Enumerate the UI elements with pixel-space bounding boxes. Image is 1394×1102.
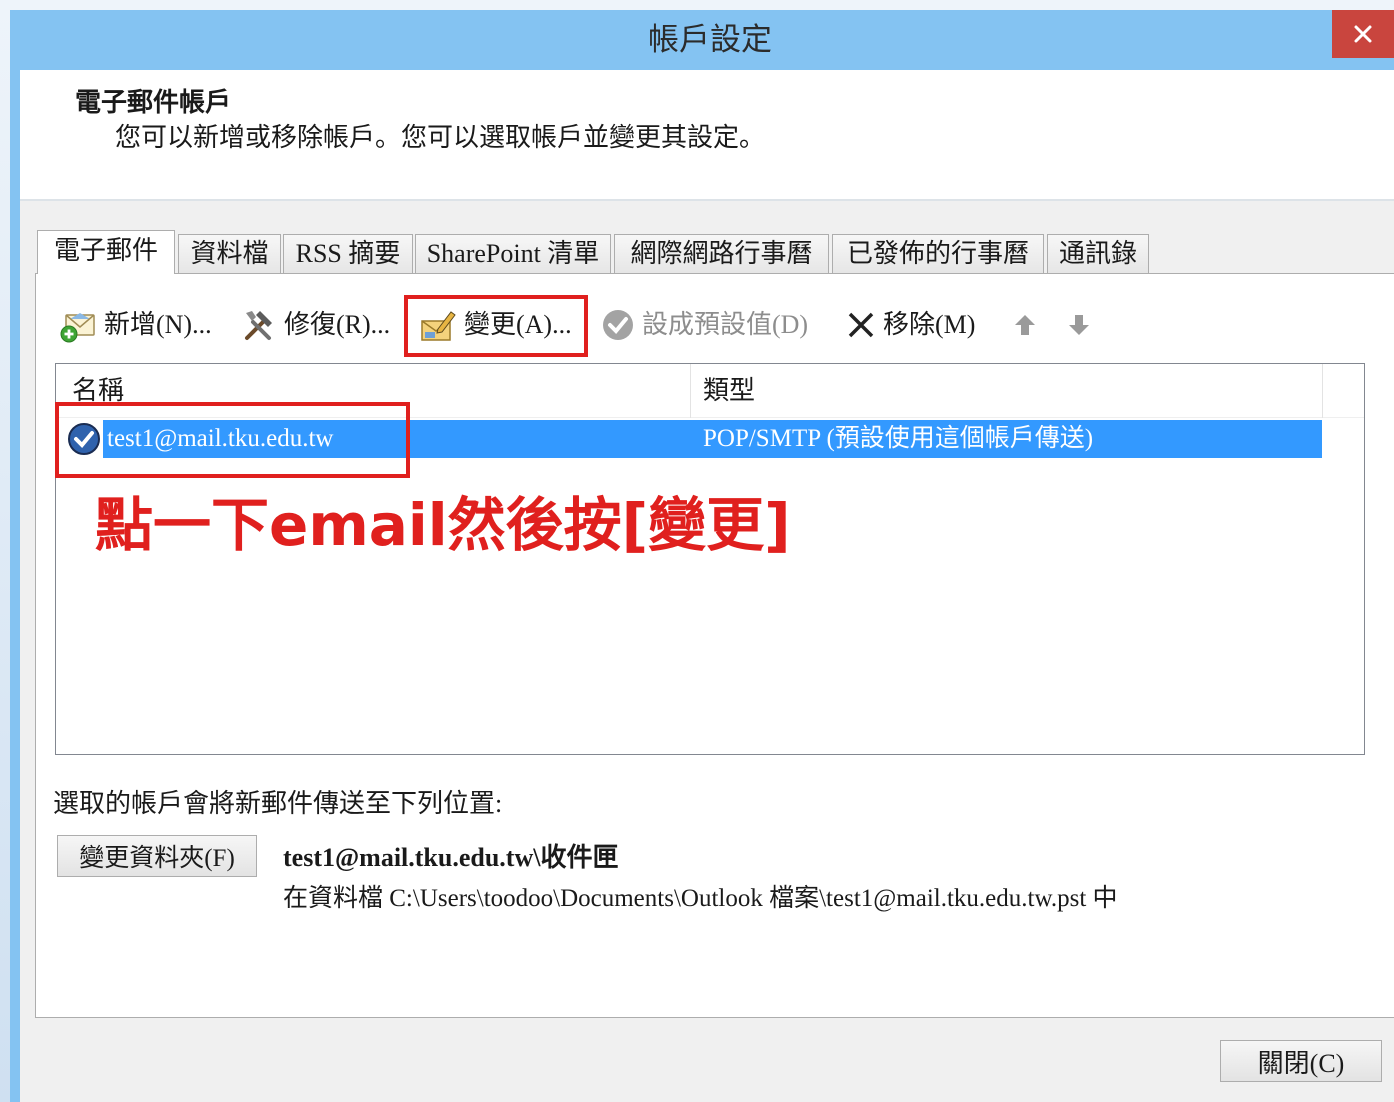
account-settings-dialog: 帳戶設定 電子郵件帳戶 您可以新增或移除帳戶。您可以選取帳戶並變更其設定。 新增…: [10, 10, 1394, 1102]
close-dialog-button[interactable]: 關閉(C): [1220, 1040, 1382, 1082]
column-header-name[interactable]: 名稱: [56, 364, 691, 418]
arrow-up-icon: [1015, 315, 1035, 335]
change-folder-button[interactable]: 變更資料夾(F): [57, 835, 257, 877]
move-up-button[interactable]: [1012, 303, 1038, 347]
delivery-location-label: 選取的帳戶會將新郵件傳送至下列位置:: [53, 789, 503, 818]
close-dialog-label: 關閉(C): [1257, 1048, 1345, 1078]
window-title: 帳戶設定: [648, 22, 772, 57]
default-account-icon: [68, 423, 100, 455]
repair-account-label: 修復(R)...: [284, 310, 391, 339]
column-header-type[interactable]: 類型: [691, 364, 1323, 418]
account-list[interactable]: 名稱 類型 test1@mail.tku.edu.tw POP/SMTP (預設…: [55, 363, 1365, 755]
new-account-button[interactable]: 新增(N)...: [58, 303, 212, 347]
delivery-data-file: 在資料檔 C:\Users\toodoo\Documents\Outlook 檔…: [283, 885, 1118, 912]
account-type-cell: POP/SMTP (預設使用這個帳戶傳送): [703, 425, 1094, 452]
tab-published-calendars[interactable]: 已發佈的行事曆: [832, 234, 1044, 273]
change-account-label: 變更(A)...: [464, 310, 572, 339]
outlook-account-settings-screen: 帳戶設定 電子郵件帳戶 您可以新增或移除帳戶。您可以選取帳戶並變更其設定。 新增…: [0, 0, 1394, 1102]
account-row[interactable]: test1@mail.tku.edu.tw POP/SMTP (預設使用這個帳戶…: [56, 420, 1364, 458]
tab-internet-calendars-label: 網際網路行事曆: [630, 239, 813, 268]
remove-account-label: 移除(M): [883, 310, 976, 339]
section-description: 您可以新增或移除帳戶。您可以選取帳戶並變更其設定。: [115, 123, 766, 152]
set-default-icon: [603, 310, 633, 340]
tab-data-files-label: 資料檔: [190, 239, 269, 268]
tab-address-books[interactable]: 通訊錄: [1047, 234, 1149, 273]
dialog-body: 電子郵件帳戶 您可以新增或移除帳戶。您可以選取帳戶並變更其設定。 新增(N)..…: [20, 70, 1394, 1102]
tab-panel-email: 新增(N)... 修復(R)... 變更(A)... 設成預設值(D) 移除(M…: [35, 273, 1394, 1018]
new-account-label: 新增(N)...: [104, 310, 212, 339]
set-default-label: 設成預設值(D): [642, 310, 809, 339]
column-header-type-label: 類型: [703, 376, 756, 405]
account-name-cell: test1@mail.tku.edu.tw: [107, 425, 334, 452]
new-account-icon: [60, 313, 95, 343]
column-header-name-label: 名稱: [72, 376, 125, 405]
title-bar[interactable]: 帳戶設定: [10, 10, 1394, 70]
section-title: 電子郵件帳戶: [75, 88, 232, 117]
tab-email-label: 電子郵件: [53, 236, 158, 265]
column-header-filler: [1323, 364, 1364, 418]
tab-address-books-label: 通訊錄: [1058, 239, 1137, 268]
repair-icon: [245, 311, 272, 340]
move-down-button[interactable]: [1066, 303, 1092, 347]
remove-icon: [848, 312, 874, 338]
remove-account-button[interactable]: 移除(M): [845, 303, 975, 347]
tab-email[interactable]: 電子郵件: [37, 230, 175, 274]
tab-rss-feeds-label: RSS 摘要: [295, 239, 401, 268]
delivery-folder: test1@mail.tku.edu.tw\收件匣: [283, 843, 619, 872]
repair-account-button[interactable]: 修復(R)...: [238, 303, 390, 347]
instruction-annotation: 點一下email然後按[變更]: [95, 491, 791, 559]
account-list-header: 名稱 類型: [56, 364, 1364, 418]
arrow-down-icon: [1069, 315, 1089, 335]
change-account-icon: [421, 311, 456, 341]
set-default-button[interactable]: 設成預設值(D): [600, 303, 808, 347]
change-folder-label: 變更資料夾(F): [79, 845, 235, 872]
tab-rss-feeds[interactable]: RSS 摘要: [283, 234, 413, 273]
tab-sharepoint-lists-label: SharePoint 清單: [426, 239, 600, 268]
close-window-button[interactable]: [1332, 10, 1394, 58]
change-account-button[interactable]: 變更(A)...: [418, 303, 572, 347]
close-icon: [1354, 25, 1372, 43]
tab-data-files[interactable]: 資料檔: [178, 234, 281, 273]
tab-internet-calendars[interactable]: 網際網路行事曆: [614, 234, 829, 273]
tab-published-calendars-label: 已發佈的行事曆: [846, 239, 1029, 268]
tab-sharepoint-lists[interactable]: SharePoint 清單: [415, 234, 611, 273]
dialog-header: 電子郵件帳戶 您可以新增或移除帳戶。您可以選取帳戶並變更其設定。: [20, 70, 1394, 201]
